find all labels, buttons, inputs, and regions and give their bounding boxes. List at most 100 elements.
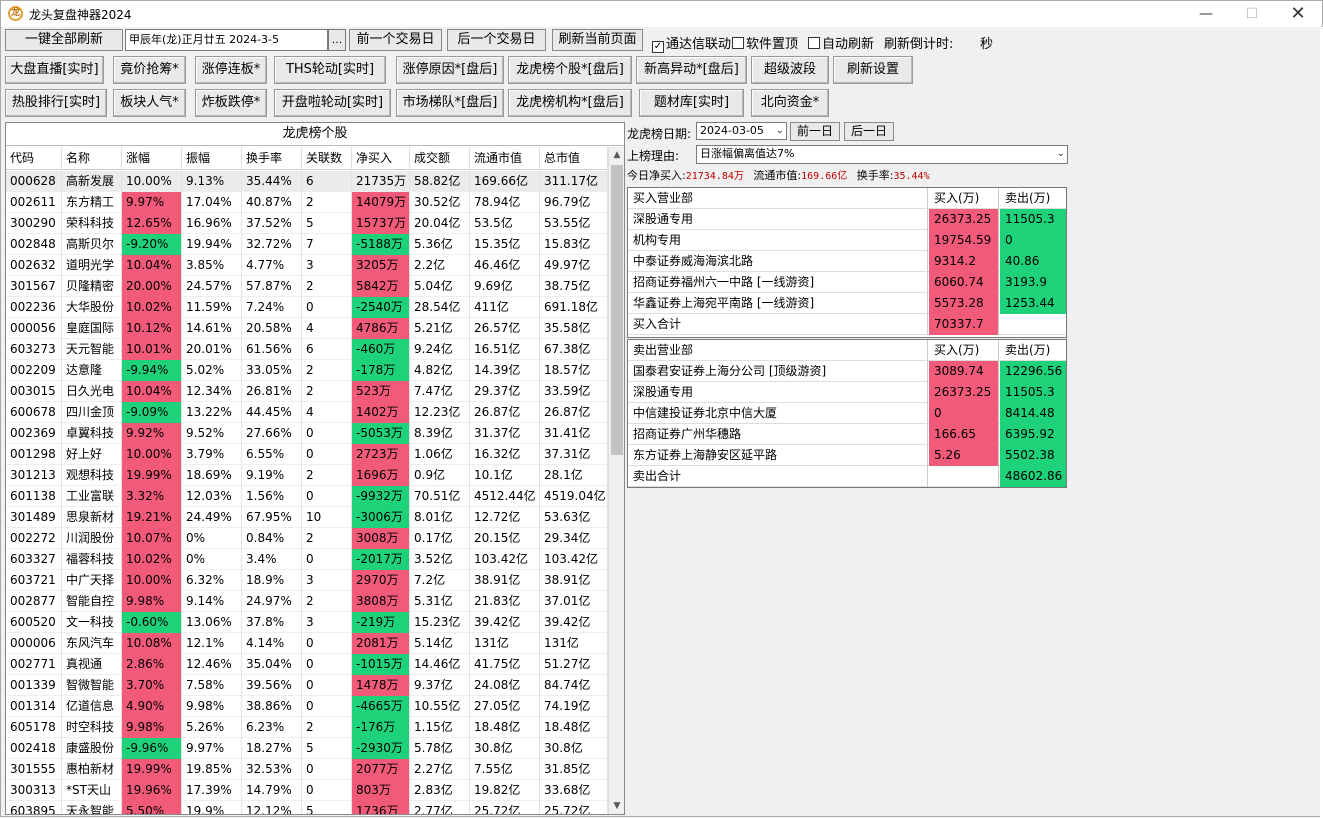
table-row[interactable]: 002611 东方精工 9.97% 17.04% 40.87% 2 14079万 30.52亿… [6,192,608,213]
table-row[interactable]: 002877 智能自控 9.98% 9.14% 24.97% 2 3808万 5.31亿 21.… [6,591,608,612]
next-trading-day-button[interactable]: 后一个交易日 [447,29,546,51]
nav-button-nav_row2-5[interactable]: 龙虎榜机构*[盘后] [508,89,632,117]
nav-button-nav_row2-1[interactable]: 板块人气* [113,89,186,117]
maximize-button[interactable]: ☐ [1229,1,1275,27]
cell-成交额: 2.77亿 [410,801,470,814]
longhu-date-picker[interactable]: 2024-03-05 ⌄ [696,122,787,140]
nav-button-nav_row2-4[interactable]: 市场梯队*[盘后] [396,89,504,117]
seat-row[interactable]: 中信建投证券北京中信大厦 0 8414.48 [628,403,1066,424]
table-row[interactable]: 603327 福蓉科技 10.02% 0% 3.4% 0 -2017万 3.52亿 103.42… [6,549,608,570]
column-header-0[interactable]: 代码 [6,147,62,170]
table-row[interactable]: 003015 日久光电 10.04% 12.34% 26.81% 2 523万 7.47亿 29… [6,381,608,402]
nav-button-nav_row1-0[interactable]: 大盘直播[实时] [5,56,104,84]
table-row[interactable]: 000628 高新发展 10.00% 9.13% 35.44% 6 21735万 58.82亿… [6,171,608,192]
table-row[interactable]: 000056 皇庭国际 10.12% 14.61% 20.58% 4 4786万 5.21亿 2… [6,318,608,339]
table-row[interactable]: 002236 大华股份 10.02% 11.59% 7.24% 0 -2540万 28.54亿… [6,297,608,318]
table-row[interactable]: 002369 卓翼科技 9.92% 9.52% 27.66% 0 -5053万 8.39亿 31… [6,423,608,444]
scroll-down-icon[interactable]: ▼ [609,798,624,814]
table-row[interactable]: 002771 真视通 2.86% 12.46% 35.04% 0 -1015万 14.46亿 4… [6,654,608,675]
table-row[interactable]: 002848 高斯贝尔 -9.20% 19.94% 32.72% 7 -5188万 5.36亿… [6,234,608,255]
seat-row[interactable]: 招商证券福州六一中路 [一线游资] 6060.74 3193.9 [628,272,1066,293]
table-row[interactable]: 002272 川润股份 10.07% 0% 0.84% 2 3008万 0.17亿 20.15亿… [6,528,608,549]
cell-净买入: 15737万 [352,213,410,234]
seat-row[interactable]: 东方证券上海静安区延平路 5.26 5502.38 [628,445,1066,466]
prev-day-button[interactable]: 前一日 [790,122,840,141]
table-row[interactable]: 002418 康盛股份 -9.96% 9.97% 18.27% 5 -2930万 5.78亿 3… [6,738,608,759]
cell-换手率: 9.19% [242,465,302,486]
nav-button-nav_row2-0[interactable]: 热股排行[实时] [5,89,107,117]
nav-button-nav_row1-2[interactable]: 涨停连板* [195,56,267,84]
table-row[interactable]: 301213 观想科技 19.99% 18.69% 9.19% 2 1696万 0.9亿 10.… [6,465,608,486]
cell-涨幅: 19.99% [122,465,182,486]
table-row[interactable]: 301567 贝隆精密 20.00% 24.57% 57.87% 2 5842万 5.04亿 9… [6,276,608,297]
table-row[interactable]: 300313 *ST天山 19.96% 17.39% 14.79% 0 803万 2.83亿 1… [6,780,608,801]
cell-总市值: 37.01亿 [540,591,608,612]
table-row[interactable]: 001298 好上好 10.00% 3.79% 6.55% 0 2723万 1.06亿 16.3… [6,444,608,465]
auto-refresh-checkbox[interactable]: 自动刷新 [808,33,874,52]
scroll-thumb[interactable] [611,165,623,455]
close-button[interactable]: ✕ [1275,1,1321,27]
table-row[interactable]: 605178 时空科技 9.98% 5.26% 6.23% 2 -176万 1.15亿 18.4… [6,717,608,738]
seat-row[interactable]: 华鑫证券上海宛平南路 [一线游资] 5573.28 1253.44 [628,293,1066,314]
seat-row[interactable]: 深股通专用 26373.25 11505.3 [628,209,1066,230]
table-row[interactable]: 603273 天元智能 10.01% 20.01% 61.56% 6 -460万 9.24亿 1… [6,339,608,360]
table-row[interactable]: 600678 四川金顶 -9.09% 13.22% 44.45% 4 1402万 12.23亿… [6,402,608,423]
column-header-9[interactable]: 总市值 [540,147,608,170]
table-row[interactable]: 002209 达意隆 -9.94% 5.02% 33.05% 2 -178万 4.82亿 14.… [6,360,608,381]
pin-top-checkbox[interactable]: 软件置顶 [732,33,798,52]
table-row[interactable]: 301555 惠柏新材 19.99% 19.85% 32.53% 0 2077万 2.27亿 7… [6,759,608,780]
scroll-up-icon[interactable]: ▲ [609,147,624,163]
nav-button-nav_row2-6[interactable]: 题材库[实时] [639,89,744,117]
nav-button-nav_row1-8[interactable]: 刷新设置 [833,56,913,84]
vertical-scrollbar[interactable]: ▲ ▼ [608,147,624,814]
reason-select[interactable]: 日涨幅偏离值达7% ⌄ [696,145,1068,164]
nav-button-nav_row1-1[interactable]: 竟价抢筹* [113,56,186,84]
nav-button-nav_row1-4[interactable]: 涨停原因*[盘后] [396,56,504,84]
table-row[interactable]: 001314 亿道信息 4.90% 9.98% 38.86% 0 -4665万 10.55亿 2… [6,696,608,717]
seat-row[interactable]: 招商证券广州华穗路 166.65 6395.92 [628,424,1066,445]
nav-button-nav_row1-5[interactable]: 龙虎榜个股*[盘后] [508,56,632,84]
table-row[interactable]: 002632 道明光学 10.04% 3.85% 4.77% 3 3205万 2.2亿 46.4… [6,255,608,276]
prev-trading-day-button[interactable]: 前一个交易日 [349,29,442,51]
seat-row[interactable]: 中泰证券威海海滨北路 9314.2 40.86 [628,251,1066,272]
tdx-link-checkbox[interactable]: ✓ 通达信联动 [652,33,731,53]
seat-row[interactable]: 买入合计 70337.7 [628,314,1066,335]
table-row[interactable]: 001339 智微智能 3.70% 7.58% 39.56% 0 1478万 9.37亿 24.… [6,675,608,696]
column-header-2[interactable]: 涨幅 [122,147,182,170]
nav-button-nav_row2-2[interactable]: 炸板跌停* [195,89,267,117]
table-row[interactable]: 300290 荣科科技 12.65% 16.96% 37.52% 5 15737万 20.04… [6,213,608,234]
lunar-date-field[interactable]: 甲辰年(龙)正月廿五 2024-3-5 [125,29,328,51]
seat-row[interactable]: 深股通专用 26373.25 11505.3 [628,382,1066,403]
column-header-3[interactable]: 振幅 [182,147,242,170]
cell-涨幅: 5.50% [122,801,182,814]
date-picker-button[interactable]: ... [328,29,346,51]
nav-button-nav_row2-3[interactable]: 开盘啦轮动[实时] [274,89,391,117]
seat-row[interactable]: 国泰君安证券上海分公司 [顶级游资] 3089.74 12296.56 [628,361,1066,382]
cell-关联数: 2 [302,717,352,738]
minimize-button[interactable]: — [1183,1,1229,27]
refresh-page-button[interactable]: 刷新当前页面 [552,29,643,51]
sell-seats-table: 卖出营业部 买入(万) 卖出(万) 国泰君安证券上海分公司 [顶级游资] 3089.74… [627,339,1067,488]
seat-row[interactable]: 卖出合计 48602.86 [628,466,1066,487]
table-row[interactable]: 601138 工业富联 3.32% 12.03% 1.56% 0 -9932万 70.51亿 4… [6,486,608,507]
seat-row[interactable]: 机构专用 19754.59 0 [628,230,1066,251]
table-row[interactable]: 301489 思泉新材 19.21% 24.49% 67.95% 10 -3006万 8.01… [6,507,608,528]
table-row[interactable]: 603721 中广天择 10.00% 6.32% 18.9% 3 2970万 7.2亿 38.9… [6,570,608,591]
column-header-6[interactable]: 净买入 [352,147,410,170]
column-header-1[interactable]: 名称 [62,147,122,170]
table-row[interactable]: 603895 天永智能 5.50% 19.9% 12.12% 5 1736万 2.77亿 25.… [6,801,608,814]
nav-button-nav_row1-6[interactable]: 新高异动*[盘后] [636,56,747,84]
column-header-5[interactable]: 关联数 [302,147,352,170]
column-header-7[interactable]: 成交额 [410,147,470,170]
table-row[interactable]: 600520 文一科技 -0.60% 13.06% 37.8% 3 -219万 15.23亿 3… [6,612,608,633]
cell-振幅: 6.32% [182,570,242,591]
cell-振幅: 7.58% [182,675,242,696]
column-header-8[interactable]: 流通市值 [470,147,540,170]
nav-button-nav_row2-7[interactable]: 北向资金* [751,89,829,117]
table-row[interactable]: 000006 东风汽车 10.08% 12.1% 4.14% 0 2081万 5.14亿 131… [6,633,608,654]
next-day-button[interactable]: 后一日 [844,122,894,141]
column-header-4[interactable]: 换手率 [242,147,302,170]
nav-button-nav_row1-3[interactable]: THS轮动[实时] [274,56,386,84]
refresh-all-button[interactable]: 一键全部刷新 [5,29,123,51]
nav-button-nav_row1-7[interactable]: 超级波段 [751,56,829,84]
